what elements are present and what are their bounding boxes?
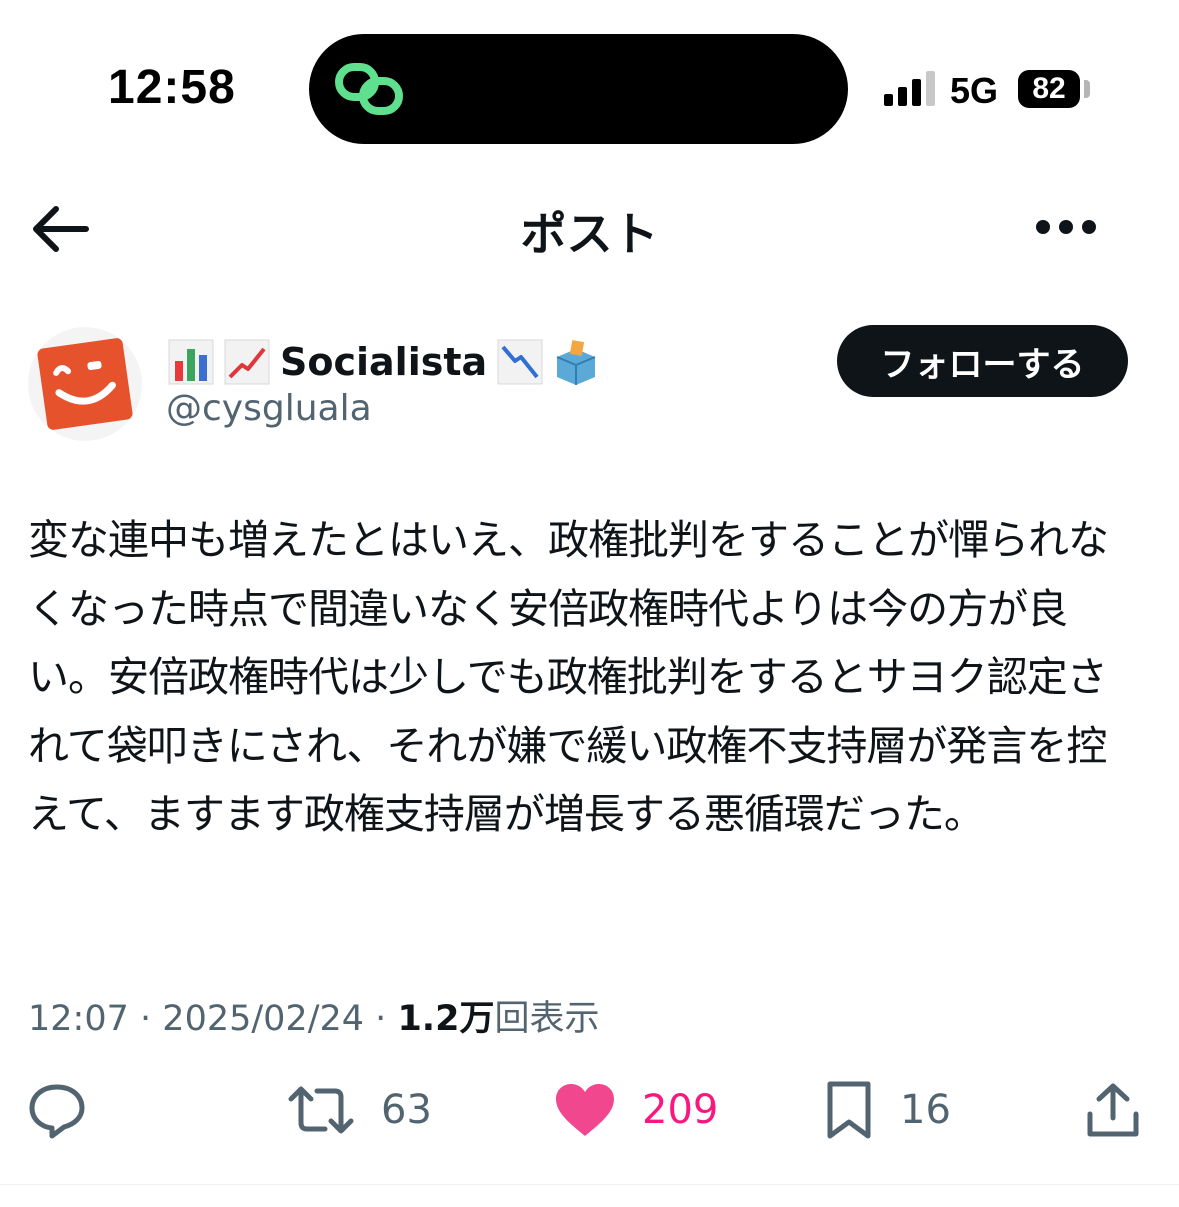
retweet-button[interactable]: 63 (287, 1075, 432, 1145)
retweet-count: 63 (381, 1087, 432, 1133)
page-title: ポスト (520, 207, 659, 261)
heart-filled-icon (556, 1084, 614, 1136)
follow-button[interactable]: フォローする (837, 325, 1128, 397)
dynamic-island (309, 34, 848, 144)
like-count: 209 (642, 1087, 719, 1133)
link-chain-icon (335, 63, 403, 115)
author-display-name[interactable]: Socialista (168, 334, 599, 390)
bar-chart-emoji-icon (168, 339, 214, 385)
avatar[interactable] (28, 327, 142, 441)
cellular-signal-icon (884, 71, 935, 106)
share-upload-icon (1087, 1083, 1139, 1137)
battery-cap (1084, 80, 1090, 98)
meta-separator: · (375, 999, 387, 1039)
views-label: 回表示 (494, 999, 600, 1039)
ballot-box-emoji-icon (556, 340, 596, 385)
bookmark-icon (827, 1081, 871, 1139)
post-meta: 12:07 · 2025/02/24 · 1.2万回表示 (28, 990, 599, 1041)
chart-decreasing-emoji-icon (497, 339, 543, 385)
network-type: 5G (950, 70, 999, 111)
more-options-icon[interactable] (1034, 218, 1098, 236)
battery-indicator: 82 (1018, 70, 1080, 108)
bookmark-button[interactable]: 16 (824, 1075, 951, 1145)
smiley-avatar-icon (37, 338, 133, 430)
views-count[interactable]: 1.2万 (397, 999, 494, 1039)
status-time: 12:58 (108, 61, 236, 114)
author-handle[interactable]: @cysgluala (166, 388, 372, 429)
post-date[interactable]: 2025/02/24 (162, 999, 364, 1039)
bookmark-count: 16 (900, 1087, 951, 1133)
post-detail-screen: 12:58 5G 82 ポスト Socialista @cysgluala フォ… (0, 0, 1179, 1207)
share-button[interactable] (1086, 1075, 1140, 1145)
chart-increasing-emoji-icon (224, 339, 270, 385)
retweet-icon (288, 1086, 354, 1134)
post-time[interactable]: 12:07 (28, 999, 129, 1039)
author-name-text: Socialista (280, 340, 488, 384)
reply-bubble-icon (29, 1084, 85, 1139)
bottom-divider (0, 1184, 1179, 1185)
like-button[interactable]: 209 (554, 1075, 718, 1145)
meta-separator: · (140, 999, 152, 1039)
reply-button[interactable] (28, 1075, 86, 1145)
post-body-text: 変な連中も増えたとはいえ、政権批判をすることが憚られなくなった時点で間違いなく安… (28, 516, 1109, 838)
